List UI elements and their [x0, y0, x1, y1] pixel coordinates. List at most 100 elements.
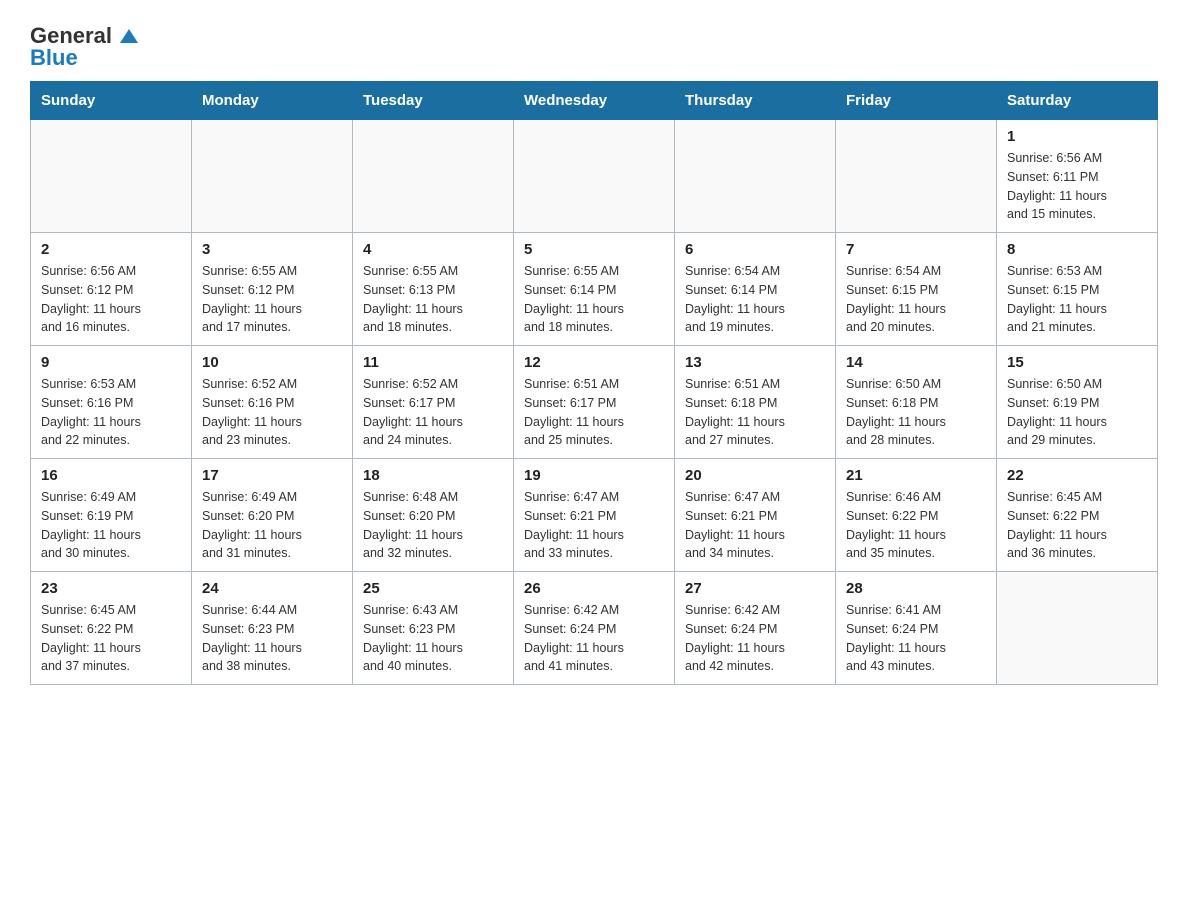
- calendar-cell: [31, 120, 192, 233]
- calendar-cell: [353, 120, 514, 233]
- calendar-cell: 15 Sunrise: 6:50 AM Sunset: 6:19 PM Dayli…: [997, 346, 1158, 459]
- day-number: 5: [524, 241, 664, 258]
- calendar-cell: 7 Sunrise: 6:54 AM Sunset: 6:15 PM Daylig…: [836, 233, 997, 346]
- day-number: 14: [846, 354, 986, 371]
- calendar-cell: 13Sunrise: 6:51 AM Sunset: 6:18 PM Dayli…: [675, 346, 836, 459]
- day-number: 15: [1007, 354, 1147, 371]
- day-info: Sunrise: 6:45 AM Sunset: 6:22 PM Dayligh…: [1007, 488, 1147, 563]
- day-number: 28: [846, 580, 986, 597]
- day-number: 17: [202, 467, 342, 484]
- day-number: 21: [846, 467, 986, 484]
- calendar-cell: 28 Sunrise: 6:41 AM Sunset: 6:24 PM Dayli…: [836, 572, 997, 685]
- calendar-cell: 24Sunrise: 6:44 AM Sunset: 6:23 PM Dayli…: [192, 572, 353, 685]
- day-info: Sunrise: 6:45 AM Sunset: 6:22 PM Dayligh…: [41, 601, 181, 676]
- week-row-4: 16 Sunrise: 6:49 AM Sunset: 6:19 PM Dayli…: [31, 459, 1158, 572]
- day-number: 8: [1007, 241, 1147, 258]
- calendar-cell: 23 Sunrise: 6:45 AM Sunset: 6:22 PM Dayli…: [31, 572, 192, 685]
- calendar-cell: 8 Sunrise: 6:53 AM Sunset: 6:15 PM Daylig…: [997, 233, 1158, 346]
- day-number: 10: [202, 354, 342, 371]
- week-row-1: 1Sunrise: 6:56 AM Sunset: 6:11 PM Daylig…: [31, 120, 1158, 233]
- logo-blue: Blue: [30, 47, 78, 69]
- day-info: Sunrise: 6:55 AM Sunset: 6:12 PM Dayligh…: [202, 262, 342, 337]
- weekday-header-saturday: Saturday: [997, 82, 1158, 120]
- week-row-3: 9Sunrise: 6:53 AM Sunset: 6:16 PM Daylig…: [31, 346, 1158, 459]
- day-number: 11: [363, 354, 503, 371]
- day-number: 24: [202, 580, 342, 597]
- calendar-cell: 22 Sunrise: 6:45 AM Sunset: 6:22 PM Dayli…: [997, 459, 1158, 572]
- day-info: Sunrise: 6:53 AM Sunset: 6:15 PM Dayligh…: [1007, 262, 1147, 337]
- page-header: General Blue: [30, 20, 1158, 69]
- calendar-cell: [192, 120, 353, 233]
- day-number: 25: [363, 580, 503, 597]
- weekday-header-row: SundayMondayTuesdayWednesdayThursdayFrid…: [31, 82, 1158, 120]
- day-info: Sunrise: 6:43 AM Sunset: 6:23 PM Dayligh…: [363, 601, 503, 676]
- day-info: Sunrise: 6:42 AM Sunset: 6:24 PM Dayligh…: [524, 601, 664, 676]
- day-info: Sunrise: 6:52 AM Sunset: 6:16 PM Dayligh…: [202, 375, 342, 450]
- calendar-body: 1Sunrise: 6:56 AM Sunset: 6:11 PM Daylig…: [31, 120, 1158, 685]
- day-number: 12: [524, 354, 664, 371]
- day-info: Sunrise: 6:51 AM Sunset: 6:18 PM Dayligh…: [685, 375, 825, 450]
- day-number: 22: [1007, 467, 1147, 484]
- day-info: Sunrise: 6:51 AM Sunset: 6:17 PM Dayligh…: [524, 375, 664, 450]
- calendar-cell: 11 Sunrise: 6:52 AM Sunset: 6:17 PM Dayli…: [353, 346, 514, 459]
- day-info: Sunrise: 6:52 AM Sunset: 6:17 PM Dayligh…: [363, 375, 503, 450]
- day-info: Sunrise: 6:47 AM Sunset: 6:21 PM Dayligh…: [685, 488, 825, 563]
- weekday-header-monday: Monday: [192, 82, 353, 120]
- day-info: Sunrise: 6:41 AM Sunset: 6:24 PM Dayligh…: [846, 601, 986, 676]
- calendar-cell: 1Sunrise: 6:56 AM Sunset: 6:11 PM Daylig…: [997, 120, 1158, 233]
- day-info: Sunrise: 6:56 AM Sunset: 6:11 PM Dayligh…: [1007, 149, 1147, 224]
- weekday-header-wednesday: Wednesday: [514, 82, 675, 120]
- day-info: Sunrise: 6:55 AM Sunset: 6:14 PM Dayligh…: [524, 262, 664, 337]
- calendar-cell: [514, 120, 675, 233]
- day-info: Sunrise: 6:50 AM Sunset: 6:19 PM Dayligh…: [1007, 375, 1147, 450]
- calendar-cell: 25 Sunrise: 6:43 AM Sunset: 6:23 PM Dayli…: [353, 572, 514, 685]
- day-number: 23: [41, 580, 181, 597]
- day-info: Sunrise: 6:56 AM Sunset: 6:12 PM Dayligh…: [41, 262, 181, 337]
- day-number: 3: [202, 241, 342, 258]
- day-number: 6: [685, 241, 825, 258]
- day-info: Sunrise: 6:54 AM Sunset: 6:15 PM Dayligh…: [846, 262, 986, 337]
- day-number: 27: [685, 580, 825, 597]
- calendar-cell: [997, 572, 1158, 685]
- day-number: 2: [41, 241, 181, 258]
- calendar-cell: 19Sunrise: 6:47 AM Sunset: 6:21 PM Dayli…: [514, 459, 675, 572]
- logo: General Blue: [30, 20, 138, 69]
- week-row-2: 2 Sunrise: 6:56 AM Sunset: 6:12 PM Daylig…: [31, 233, 1158, 346]
- calendar-cell: 3 Sunrise: 6:55 AM Sunset: 6:12 PM Daylig…: [192, 233, 353, 346]
- weekday-header-tuesday: Tuesday: [353, 82, 514, 120]
- day-number: 9: [41, 354, 181, 371]
- day-number: 16: [41, 467, 181, 484]
- calendar-cell: 5 Sunrise: 6:55 AM Sunset: 6:14 PM Daylig…: [514, 233, 675, 346]
- week-row-5: 23 Sunrise: 6:45 AM Sunset: 6:22 PM Dayli…: [31, 572, 1158, 685]
- weekday-header-sunday: Sunday: [31, 82, 192, 120]
- calendar-cell: 27 Sunrise: 6:42 AM Sunset: 6:24 PM Dayli…: [675, 572, 836, 685]
- calendar-cell: 4 Sunrise: 6:55 AM Sunset: 6:13 PM Daylig…: [353, 233, 514, 346]
- day-number: 4: [363, 241, 503, 258]
- calendar-cell: 6 Sunrise: 6:54 AM Sunset: 6:14 PM Daylig…: [675, 233, 836, 346]
- day-info: Sunrise: 6:49 AM Sunset: 6:20 PM Dayligh…: [202, 488, 342, 563]
- day-number: 7: [846, 241, 986, 258]
- calendar-table: SundayMondayTuesdayWednesdayThursdayFrid…: [30, 81, 1158, 685]
- calendar-cell: 12 Sunrise: 6:51 AM Sunset: 6:17 PM Dayli…: [514, 346, 675, 459]
- day-info: Sunrise: 6:49 AM Sunset: 6:19 PM Dayligh…: [41, 488, 181, 563]
- day-info: Sunrise: 6:54 AM Sunset: 6:14 PM Dayligh…: [685, 262, 825, 337]
- calendar-cell: 9Sunrise: 6:53 AM Sunset: 6:16 PM Daylig…: [31, 346, 192, 459]
- day-number: 26: [524, 580, 664, 597]
- logo-general: General: [30, 25, 138, 47]
- calendar-cell: 2 Sunrise: 6:56 AM Sunset: 6:12 PM Daylig…: [31, 233, 192, 346]
- day-info: Sunrise: 6:50 AM Sunset: 6:18 PM Dayligh…: [846, 375, 986, 450]
- calendar-cell: 26 Sunrise: 6:42 AM Sunset: 6:24 PM Dayli…: [514, 572, 675, 685]
- logo-triangle-icon: [120, 27, 138, 45]
- day-info: Sunrise: 6:55 AM Sunset: 6:13 PM Dayligh…: [363, 262, 503, 337]
- day-number: 20: [685, 467, 825, 484]
- calendar-cell: 17 Sunrise: 6:49 AM Sunset: 6:20 PM Dayli…: [192, 459, 353, 572]
- calendar-cell: [675, 120, 836, 233]
- day-number: 19: [524, 467, 664, 484]
- calendar-cell: [836, 120, 997, 233]
- day-number: 18: [363, 467, 503, 484]
- weekday-header-friday: Friday: [836, 82, 997, 120]
- day-info: Sunrise: 6:48 AM Sunset: 6:20 PM Dayligh…: [363, 488, 503, 563]
- calendar-cell: 20 Sunrise: 6:47 AM Sunset: 6:21 PM Dayli…: [675, 459, 836, 572]
- day-info: Sunrise: 6:42 AM Sunset: 6:24 PM Dayligh…: [685, 601, 825, 676]
- calendar-header: SundayMondayTuesdayWednesdayThursdayFrid…: [31, 82, 1158, 120]
